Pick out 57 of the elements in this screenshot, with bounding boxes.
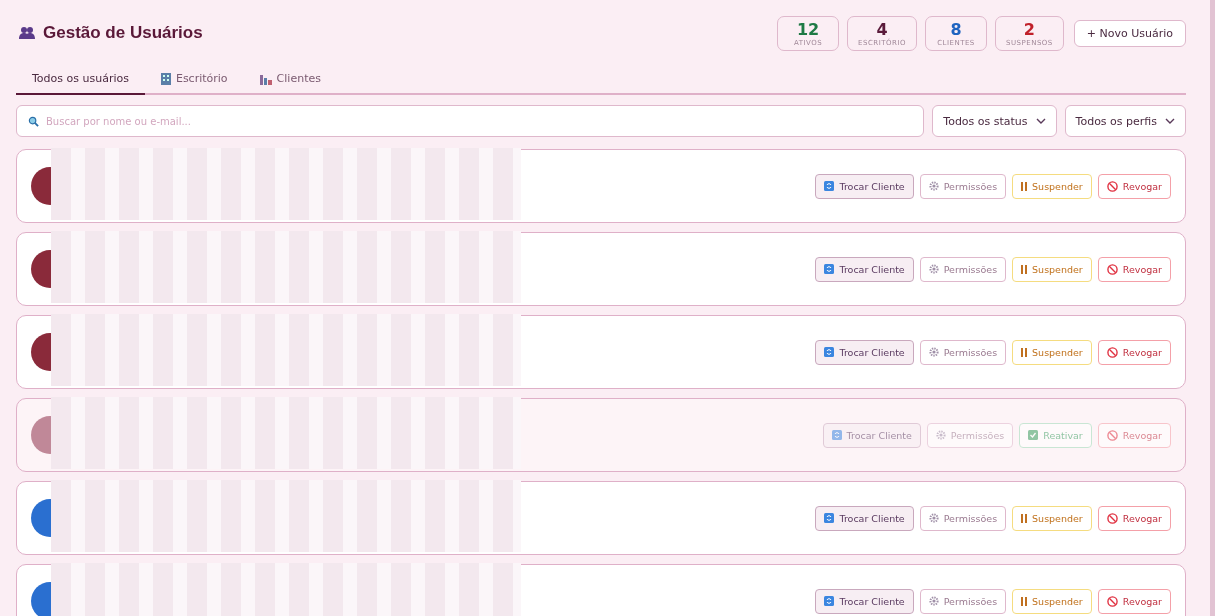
tab[interactable]: Escritório	[144, 66, 244, 95]
action-button[interactable]: Suspender	[1012, 505, 1092, 531]
prohibited-icon	[1106, 429, 1118, 441]
pause-icon	[1021, 181, 1028, 191]
chevron-down-icon	[1165, 118, 1175, 124]
action-button[interactable]: Revogar	[1097, 505, 1171, 531]
action-button[interactable]: Suspender	[1012, 173, 1092, 199]
check-icon	[1028, 430, 1039, 440]
action-button[interactable]: Suspender	[1012, 339, 1092, 365]
page-title: Gestão de Usuários	[43, 23, 203, 43]
chevron-down-icon	[1035, 118, 1046, 124]
pause-icon	[1021, 513, 1028, 523]
refresh-icon	[831, 430, 842, 440]
tab[interactable]: Todos os usuários	[16, 66, 145, 95]
action-button[interactable]: Revogar	[1097, 256, 1171, 282]
filter-dropdown[interactable]: Todos os status	[932, 105, 1057, 137]
pause-icon	[1021, 596, 1028, 606]
gear-icon	[928, 596, 939, 606]
new-user-button[interactable]: + Novo Usuário	[1073, 19, 1186, 47]
building-icon	[160, 72, 171, 85]
gear-icon	[928, 513, 939, 523]
gear-icon	[935, 430, 946, 440]
action-button[interactable]: Permissões	[919, 588, 1007, 614]
filter-dropdown[interactable]: Todos os perfis	[1064, 105, 1186, 137]
refresh-icon	[824, 513, 835, 523]
refresh-icon	[824, 181, 835, 191]
refresh-icon	[824, 347, 835, 357]
action-button[interactable]: Revogar	[1097, 173, 1171, 199]
action-button[interactable]: Suspender	[1012, 588, 1092, 614]
prohibited-icon	[1106, 512, 1118, 524]
action-button[interactable]: Permissões	[919, 505, 1007, 531]
prohibited-icon	[1106, 595, 1118, 607]
action-button[interactable]: Permissões	[919, 256, 1007, 282]
action-button[interactable]: Trocar Cliente	[815, 256, 914, 282]
gear-icon	[928, 264, 939, 274]
action-button[interactable]: Revogar	[1097, 588, 1171, 614]
action-button[interactable]: Permissões	[919, 173, 1007, 199]
action-button[interactable]: Suspender	[1012, 256, 1092, 282]
gear-icon	[928, 181, 939, 191]
search-field[interactable]: Buscar por nome ou e-mail...	[16, 105, 925, 137]
action-button[interactable]: Revogar	[1097, 339, 1171, 365]
pause-icon	[1021, 347, 1028, 357]
action-button[interactable]: Permissões	[919, 339, 1007, 365]
factory-icon	[259, 72, 272, 85]
refresh-icon	[824, 264, 835, 274]
prohibited-icon	[1106, 346, 1118, 358]
action-button[interactable]: Trocar Cliente	[815, 588, 914, 614]
pause-icon	[1021, 264, 1028, 274]
prohibited-icon	[1106, 263, 1118, 275]
refresh-icon	[824, 596, 835, 606]
action-button[interactable]: Trocar Cliente	[815, 173, 914, 199]
users-icon	[19, 26, 35, 40]
gear-icon	[928, 347, 939, 357]
action-button[interactable]: Trocar Cliente	[815, 505, 914, 531]
action-button[interactable]: Trocar Cliente	[815, 339, 914, 365]
prohibited-icon	[1106, 180, 1118, 192]
tab[interactable]: Clientes	[243, 66, 337, 95]
